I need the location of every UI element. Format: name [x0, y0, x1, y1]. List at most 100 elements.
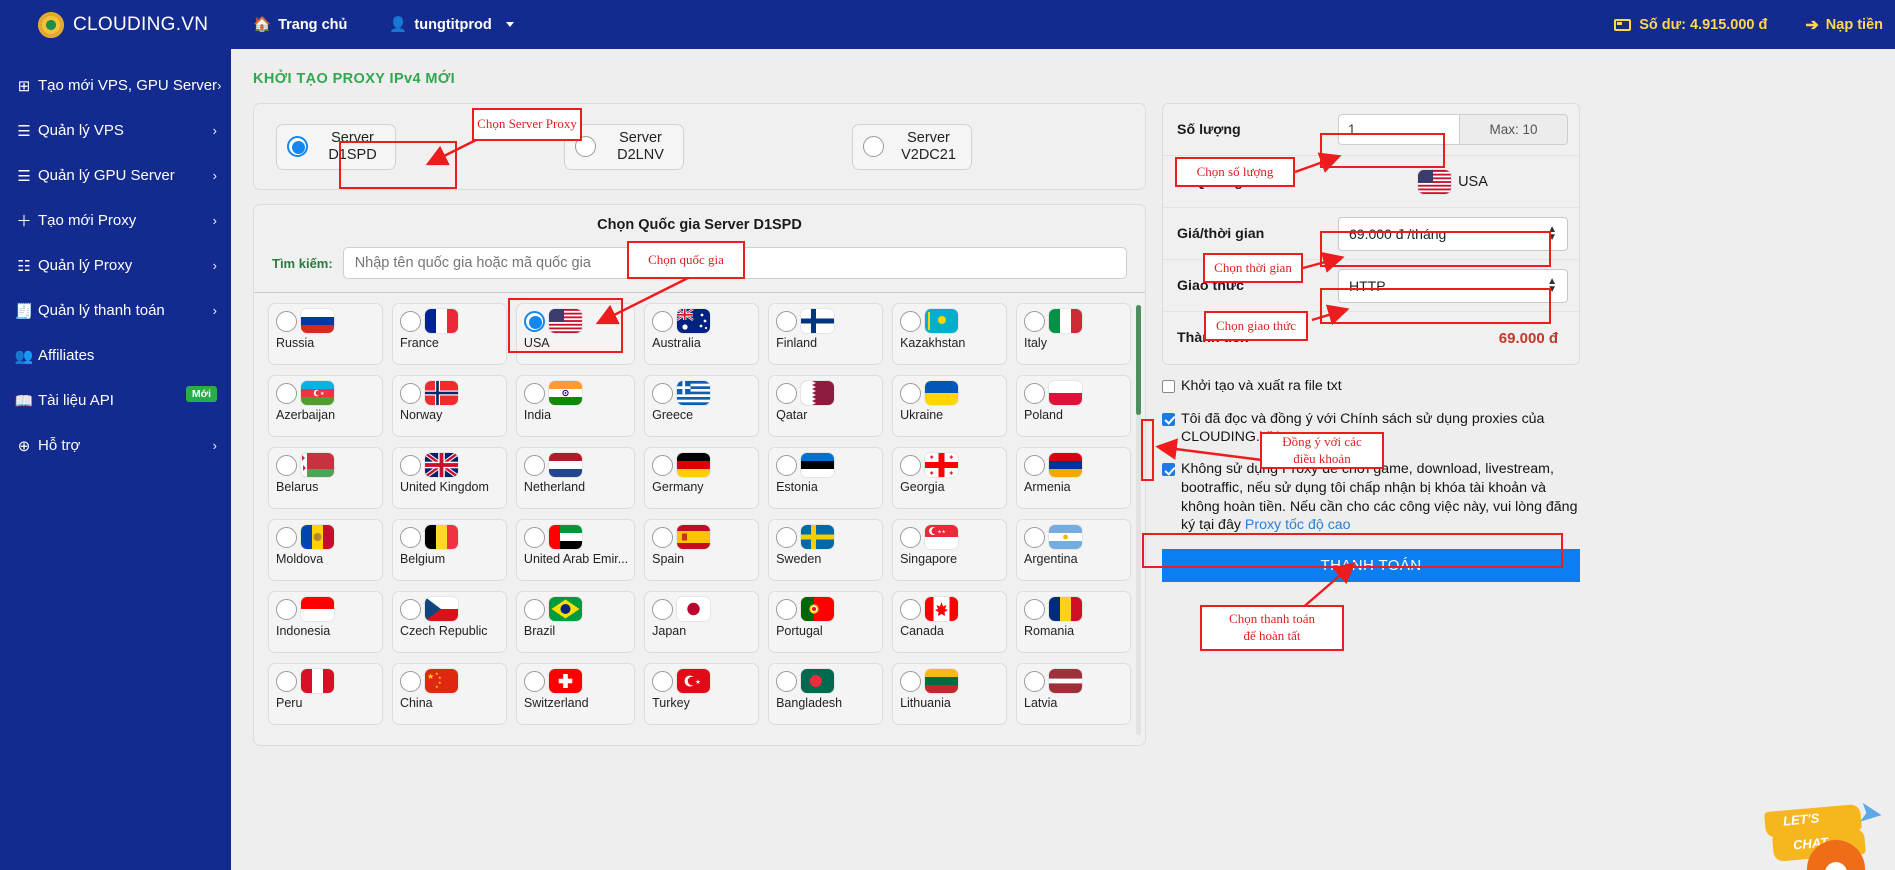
sidebar-item-t-o-m-i-proxy[interactable]: ＋ Tạo mới Proxy ›: [0, 198, 231, 243]
country-radio-md[interactable]: [276, 526, 297, 548]
country-option-in[interactable]: India: [515, 375, 636, 437]
nav-user-menu[interactable]: 👤 tungtitprod: [389, 16, 514, 33]
sidebar-item-t-i-li-u-api[interactable]: 📖 Tài liệu API Mới: [0, 378, 231, 423]
country-option-it[interactable]: Italy: [1016, 303, 1131, 365]
country-option-ru[interactable]: Russia: [268, 303, 383, 365]
country-radio-it[interactable]: [1024, 310, 1046, 332]
sidebar-item-t-o-m-i-vps-gpu-server[interactable]: ⊞ Tạo mới VPS, GPU Server ›: [0, 63, 231, 108]
sidebar-item-qu-n-l-thanh-to-n[interactable]: 🧾 Quản lý thanh toán ›: [0, 288, 231, 333]
protocol-select[interactable]: HTTP ▲ ▼: [1338, 268, 1568, 303]
export-txt-checkbox[interactable]: [1162, 380, 1175, 393]
country-option-qa[interactable]: Qatar: [768, 375, 884, 437]
country-option-tr[interactable]: ★ Turkey: [644, 663, 760, 725]
country-radio-cz[interactable]: [399, 598, 421, 620]
pay-button[interactable]: THANH TOÁN: [1162, 549, 1580, 583]
country-radio-am[interactable]: [1024, 454, 1046, 476]
country-option-sg[interactable]: ★★ Singapore: [892, 519, 1008, 581]
country-option-ar[interactable]: Argentina: [1016, 519, 1131, 581]
country-option-lt[interactable]: Lithuania: [892, 663, 1008, 725]
server-option-d2lnv[interactable]: Server D2LNV: [564, 123, 684, 170]
country-option-pe[interactable]: Peru: [268, 663, 383, 725]
country-option-ua[interactable]: Ukraine: [892, 375, 1008, 437]
country-radio-ca[interactable]: [900, 598, 922, 620]
country-option-gr[interactable]: Greece: [644, 375, 760, 437]
country-radio-id[interactable]: [276, 598, 297, 620]
server-radio-d1spd[interactable]: [287, 136, 308, 157]
server-option-v2dc21[interactable]: Server V2DC21: [852, 123, 972, 170]
sidebar-item-qu-n-l-proxy[interactable]: ☷ Quản lý Proxy ›: [0, 243, 231, 288]
country-option-es[interactable]: Spain: [644, 519, 760, 581]
country-radio-ee[interactable]: [776, 454, 798, 476]
country-option-gb[interactable]: United Kingdom: [391, 447, 507, 509]
quantity-input[interactable]: [1338, 114, 1460, 145]
country-option-cz[interactable]: Czech Republic: [391, 591, 507, 653]
country-option-au[interactable]: Australia: [644, 303, 760, 365]
country-option-kz[interactable]: Kazakhstan: [892, 303, 1008, 365]
country-radio-pt[interactable]: [776, 598, 798, 620]
high-speed-proxy-link[interactable]: Proxy tốc độ cao: [1245, 517, 1351, 533]
country-radio-az[interactable]: [276, 382, 297, 404]
country-radio-se[interactable]: [776, 526, 798, 548]
country-option-lv[interactable]: Latvia: [1016, 663, 1131, 725]
brand[interactable]: CLOUDING.VN: [0, 0, 231, 49]
country-option-am[interactable]: Armenia: [1016, 447, 1131, 509]
country-option-de[interactable]: Germany: [644, 447, 760, 509]
price-duration-select[interactable]: 69.000 đ /tháng ▲ ▼: [1338, 216, 1568, 251]
country-radio-es[interactable]: [652, 526, 674, 548]
country-option-fr[interactable]: France: [391, 303, 507, 365]
server-option-d1spd[interactable]: Server D1SPD: [276, 123, 396, 170]
country-radio-de[interactable]: [652, 454, 674, 476]
country-option-se[interactable]: Sweden: [768, 519, 884, 581]
country-radio-ro[interactable]: [1024, 598, 1046, 620]
sidebar-item-qu-n-l-vps[interactable]: ☰ Quản lý VPS ›: [0, 108, 231, 153]
terms-policy-checkbox[interactable]: [1162, 412, 1175, 426]
country-option-pl[interactable]: Poland: [1016, 375, 1131, 437]
nav-home[interactable]: 🏠 Trang chủ: [253, 16, 347, 34]
country-radio-sg[interactable]: [900, 526, 922, 548]
country-radio-kz[interactable]: [900, 310, 922, 332]
country-option-ro[interactable]: Romania: [1016, 591, 1131, 653]
sidebar-item-affiliates[interactable]: 👥 Affiliates: [0, 333, 231, 378]
country-option-nl[interactable]: Netherland: [515, 447, 636, 509]
country-radio-fi[interactable]: [776, 310, 798, 332]
country-radio-us[interactable]: [523, 310, 545, 332]
country-option-by[interactable]: Belarus: [268, 447, 383, 509]
country-option-ee[interactable]: Estonia: [768, 447, 884, 509]
country-radio-au[interactable]: [652, 310, 674, 332]
country-radio-ar[interactable]: [1024, 526, 1046, 548]
country-radio-pl[interactable]: [1024, 382, 1046, 404]
country-radio-fr[interactable]: [399, 310, 421, 332]
country-option-ca[interactable]: Canada: [892, 591, 1008, 653]
country-radio-be[interactable]: [399, 526, 421, 548]
country-option-id[interactable]: Indonesia: [268, 591, 383, 653]
chat-widget[interactable]: LET'S CHAT ➤: [1759, 795, 1885, 870]
country-radio-in[interactable]: [523, 382, 545, 404]
country-option-cn[interactable]: ★ ★ ★ ★ ★ China: [391, 663, 507, 725]
country-radio-ge[interactable]: [900, 454, 922, 476]
country-option-md[interactable]: Moldova: [268, 519, 383, 581]
country-option-br[interactable]: Brazil: [515, 591, 636, 653]
country-radio-ch[interactable]: [523, 670, 545, 692]
country-radio-ae[interactable]: [523, 526, 545, 548]
country-option-no[interactable]: Norway: [391, 375, 507, 437]
country-option-bd[interactable]: Bangladesh: [768, 663, 884, 725]
server-radio-v2dc21[interactable]: [863, 136, 884, 157]
country-option-fi[interactable]: Finland: [768, 303, 884, 365]
country-option-jp[interactable]: Japan: [644, 591, 760, 653]
country-radio-no[interactable]: [399, 382, 421, 404]
country-radio-gr[interactable]: [652, 382, 674, 404]
country-option-ge[interactable]: Georgia: [892, 447, 1008, 509]
country-radio-ru[interactable]: [276, 310, 297, 332]
country-radio-cn[interactable]: [399, 670, 421, 692]
country-option-be[interactable]: Belgium: [391, 519, 507, 581]
country-option-pt[interactable]: Portugal: [768, 591, 884, 653]
country-scrollbar-thumb[interactable]: [1136, 305, 1141, 415]
sidebar-item-h-tr[interactable]: ⊕ Hỗ trợ ›: [0, 423, 231, 468]
country-radio-lt[interactable]: [900, 670, 922, 692]
country-radio-br[interactable]: [523, 598, 545, 620]
country-radio-tr[interactable]: [652, 670, 674, 692]
option-usage-rules[interactable]: Không sử dụng Proxy để chơi game, downlo…: [1162, 460, 1580, 535]
usage-rules-checkbox[interactable]: [1162, 463, 1175, 477]
country-option-ae[interactable]: United Arab Emir...: [515, 519, 636, 581]
country-radio-qa[interactable]: [776, 382, 798, 404]
